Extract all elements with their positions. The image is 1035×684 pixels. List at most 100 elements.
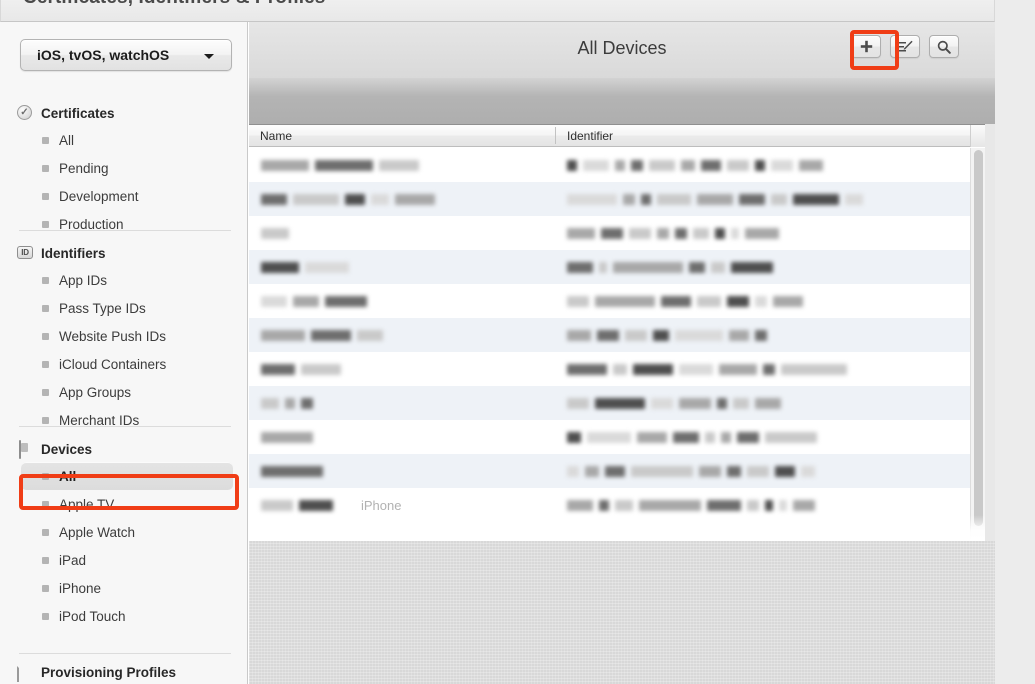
- redacted-text-block: [567, 465, 579, 477]
- platform-select-value: iOS, tvOS, watchOS: [37, 47, 170, 63]
- sidebar-item-app-ids[interactable]: App IDs: [0, 266, 247, 294]
- column-header-name[interactable]: Name: [260, 129, 292, 143]
- table-row[interactable]: [249, 182, 970, 216]
- table-cell-name: [261, 182, 441, 216]
- sidebar-item-apple-tv[interactable]: Apple TV: [0, 490, 247, 518]
- table-row[interactable]: [249, 318, 970, 352]
- redacted-text-block: [775, 465, 795, 477]
- redacted-text-block: [675, 227, 687, 239]
- redacted-text-block: [261, 397, 279, 409]
- sidebar-item-website-push-ids[interactable]: Website Push IDs: [0, 322, 247, 350]
- bullet-icon: [42, 165, 49, 172]
- sidebar-item-ipad[interactable]: iPad: [0, 546, 247, 574]
- platform-select[interactable]: iOS, tvOS, watchOS: [20, 39, 232, 71]
- table-header-scroll-corner: [970, 125, 985, 147]
- sidebar-item-pass-type-ids[interactable]: Pass Type IDs: [0, 294, 247, 322]
- redacted-text-block: [301, 363, 341, 375]
- redacted-text-block: [299, 499, 333, 511]
- sidebar-item-app-groups[interactable]: App Groups: [0, 378, 247, 406]
- sidebar-item-label: iCloud Containers: [59, 356, 167, 372]
- redacted-text-block: [721, 431, 731, 443]
- id-badge-icon: ID: [17, 245, 33, 261]
- sidebar-item-apple-watch[interactable]: Apple Watch: [0, 518, 247, 546]
- sidebar-item-ipod-touch[interactable]: iPod Touch: [0, 602, 247, 630]
- sidebar-section-header-devices: Devices: [0, 436, 247, 462]
- redacted-text-block: [613, 261, 683, 273]
- page-title-bar: Certificates, Identifiers & Profiles: [0, 0, 995, 22]
- main-content: All Devices Name Identifier iPhone: [249, 22, 995, 684]
- redacted-text-block: [697, 295, 721, 307]
- bullet-icon: [42, 305, 49, 312]
- page-title: Certificates, Identifiers & Profiles: [23, 0, 325, 9]
- sidebar-item-label: Apple TV: [59, 496, 115, 512]
- redacted-text-block: [755, 329, 767, 341]
- table-cell-identifier: [567, 148, 829, 182]
- redacted-text-block: [325, 295, 367, 307]
- redacted-text-block: [653, 329, 669, 341]
- redacted-text-block: [675, 329, 723, 341]
- column-divider[interactable]: [555, 127, 556, 144]
- table-row[interactable]: [249, 352, 970, 386]
- plus-icon: [860, 40, 872, 53]
- devices-table-scrollbar[interactable]: [970, 148, 985, 541]
- redacted-text-block: [737, 431, 759, 443]
- edit-list-icon: [897, 40, 913, 51]
- redacted-text-block: [711, 261, 725, 273]
- table-row[interactable]: iPhone: [249, 488, 970, 522]
- content-background: [249, 541, 995, 684]
- redacted-text-block: [731, 227, 739, 239]
- add-device-button[interactable]: [851, 35, 881, 58]
- sidebar-item-merchant-ids[interactable]: Merchant IDs: [0, 406, 247, 434]
- device-phone-icon: [17, 440, 33, 459]
- sidebar-item-certificates-production[interactable]: Production: [0, 210, 247, 238]
- table-row[interactable]: [249, 284, 970, 318]
- table-row[interactable]: [249, 148, 970, 182]
- bullet-icon: [42, 529, 49, 536]
- table-cell-identifier: [567, 284, 809, 318]
- table-row[interactable]: [249, 250, 970, 284]
- redacted-text-block: [707, 499, 741, 511]
- redacted-text-block: [679, 397, 711, 409]
- redacted-text-block: [631, 159, 643, 171]
- redacted-text-block: [261, 363, 295, 375]
- scrollbar-thumb[interactable]: [974, 150, 983, 526]
- sidebar-item-label: Apple Watch: [59, 524, 136, 540]
- table-row[interactable]: [249, 420, 970, 454]
- redacted-text-block: [699, 465, 721, 477]
- search-devices-button[interactable]: [929, 35, 959, 58]
- redacted-text-block: [567, 397, 589, 409]
- redacted-text-block: [567, 431, 581, 443]
- sidebar-item-icloud-containers[interactable]: iCloud Containers: [0, 350, 247, 378]
- sidebar-item-iphone[interactable]: iPhone: [0, 574, 247, 602]
- sidebar-item-devices-all[interactable]: All: [21, 462, 233, 490]
- table-cell-name: [261, 386, 319, 420]
- table-row[interactable]: [249, 386, 970, 420]
- table-row[interactable]: [249, 216, 970, 250]
- redacted-text-block: [261, 465, 323, 477]
- table-cell-identifier: [567, 318, 773, 352]
- sidebar-section-header-certificates: ✓ Certificates: [0, 100, 247, 126]
- edit-devices-button[interactable]: [890, 35, 920, 58]
- sidebar-item-label: All: [59, 132, 75, 148]
- sidebar-item-certificates-all[interactable]: All: [0, 126, 247, 154]
- redacted-text-block: [651, 397, 673, 409]
- redacted-text-block: [567, 295, 589, 307]
- sidebar-item-certificates-pending[interactable]: Pending: [0, 154, 247, 182]
- redacted-text-block: [745, 227, 779, 239]
- table-cell-name: [261, 284, 373, 318]
- table-row[interactable]: [249, 454, 970, 488]
- column-header-identifier[interactable]: Identifier: [567, 129, 613, 143]
- redacted-text-block: [585, 465, 599, 477]
- sidebar-section-title: Certificates: [41, 105, 115, 121]
- sidebar-item-label: All: [59, 468, 77, 484]
- table-cell-name: [261, 318, 389, 352]
- redacted-text-block: [763, 363, 775, 375]
- redacted-text-block: [567, 159, 577, 171]
- redacted-text-block: [773, 295, 803, 307]
- redacted-text-block: [357, 329, 383, 341]
- redacted-text-block: [681, 159, 695, 171]
- sidebar-item-certificates-development[interactable]: Development: [0, 182, 247, 210]
- redacted-text-block: [261, 329, 305, 341]
- redacted-text-block: [747, 465, 769, 477]
- redacted-text-block: [657, 193, 691, 205]
